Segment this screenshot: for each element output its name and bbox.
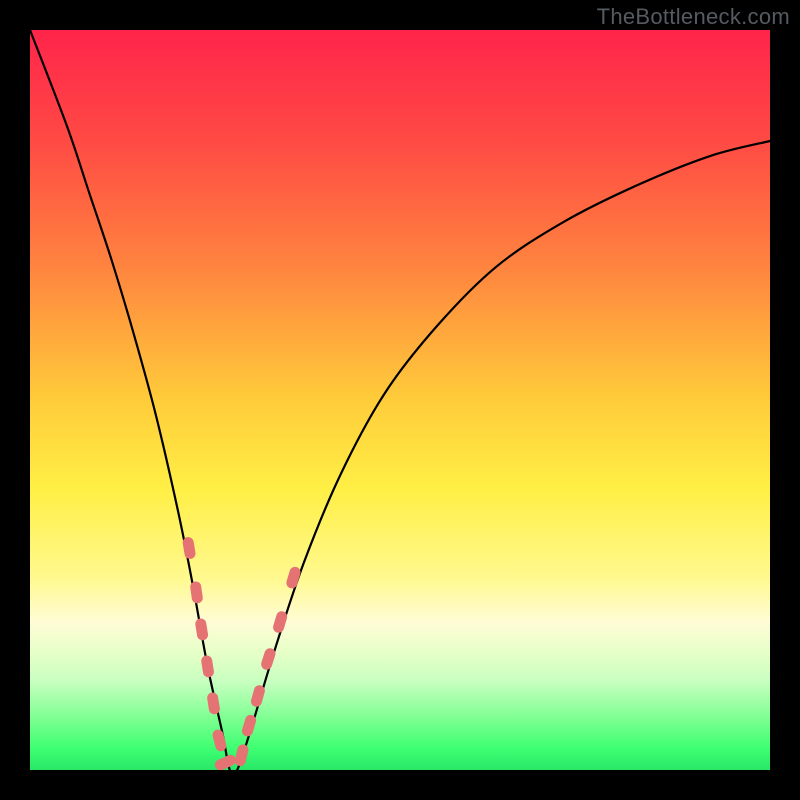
curve-marker xyxy=(206,692,220,715)
watermark-label: TheBottleneck.com xyxy=(597,4,790,30)
plot-area xyxy=(30,30,770,770)
curve-marker xyxy=(211,728,227,752)
curve-marker xyxy=(190,581,204,604)
curve-marker xyxy=(241,713,258,737)
curve-marker xyxy=(182,536,196,560)
curve-marker xyxy=(272,610,289,634)
curve-layer xyxy=(30,30,770,770)
curve-marker xyxy=(200,655,214,678)
curve-marker xyxy=(234,743,250,767)
curve-marker xyxy=(260,647,277,671)
chart-frame: TheBottleneck.com xyxy=(0,0,800,800)
curve-marker xyxy=(213,753,238,770)
bottleneck-curve xyxy=(30,30,770,770)
curve-marker xyxy=(250,684,267,708)
curve-marker xyxy=(195,618,209,641)
marker-layer xyxy=(182,536,302,770)
